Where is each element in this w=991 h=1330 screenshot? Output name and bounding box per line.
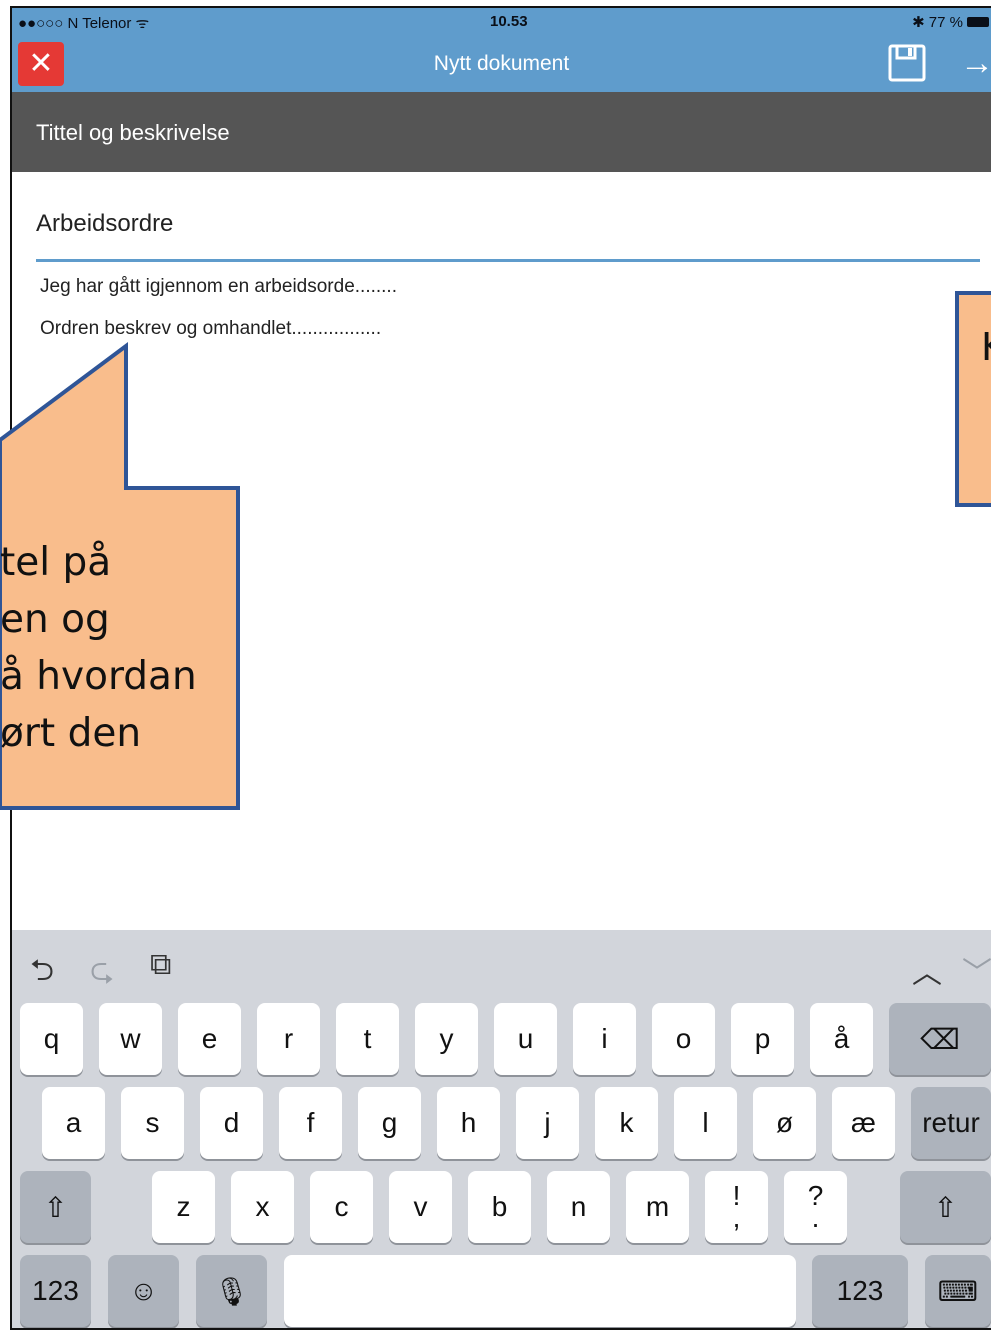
clock: 10.53 [490, 13, 528, 30]
callout-left-text: tel på en og å hvordan ørt den [0, 534, 197, 762]
key-p[interactable]: p [731, 1003, 794, 1075]
key-n[interactable]: n [547, 1171, 610, 1243]
key-f[interactable]: f [279, 1087, 342, 1159]
key-exclaim-comma[interactable]: ! , [705, 1171, 768, 1243]
description-field[interactable]: Jeg har gått igjennom en arbeidsorde....… [40, 266, 397, 350]
emoji-key[interactable]: ☺ [108, 1255, 179, 1327]
key-a[interactable]: a [42, 1087, 105, 1159]
space-key[interactable] [284, 1255, 796, 1327]
numbers-key[interactable]: 123 [20, 1255, 91, 1327]
backspace-key[interactable]: ⌫ [889, 1003, 991, 1075]
microphone-icon: 🎙︎ [213, 1275, 250, 1307]
keyboard: ⮌ ⮎ ⧉ ︿ ﹀ q w e r t y u i o p å ⌫ a s d … [12, 930, 991, 1328]
key-bottom-glyph: , [732, 1202, 741, 1233]
callout-line: tel på [0, 540, 112, 585]
key-oe[interactable]: ø [753, 1087, 816, 1159]
keyboard-toolbar: ⮌ ⮎ ⧉ ︿ ﹀ [12, 930, 991, 1002]
callout-line: en og [0, 597, 110, 642]
key-g[interactable]: g [358, 1087, 421, 1159]
key-d[interactable]: d [200, 1087, 263, 1159]
emoji-icon: ☺ [129, 1275, 158, 1306]
key-question-period[interactable]: ? . [784, 1171, 847, 1243]
callout-right: K [955, 291, 991, 507]
key-o[interactable]: o [652, 1003, 715, 1075]
redo-icon[interactable]: ⮎ [90, 948, 114, 999]
key-x[interactable]: x [231, 1171, 294, 1243]
key-h[interactable]: h [437, 1087, 500, 1159]
key-e[interactable]: e [178, 1003, 241, 1075]
key-c[interactable]: c [310, 1171, 373, 1243]
key-t[interactable]: t [336, 1003, 399, 1075]
status-bar: ●●○○○ N Telenor ᯤ 10.53 ✱ 77 % [12, 8, 991, 36]
key-b[interactable]: b [468, 1171, 531, 1243]
key-r[interactable]: r [257, 1003, 320, 1075]
carrier-label: ●●○○○ N Telenor ᯤ [18, 15, 150, 32]
key-u[interactable]: u [494, 1003, 557, 1075]
key-v[interactable]: v [389, 1171, 452, 1243]
battery-indicator: ✱ 77 % [912, 13, 989, 31]
key-i[interactable]: i [573, 1003, 636, 1075]
arrow-right-icon[interactable]: → [960, 46, 991, 80]
shift-key-left[interactable]: ⇧ [20, 1171, 91, 1243]
numbers-key-right[interactable]: 123 [812, 1255, 908, 1327]
undo-icon[interactable]: ⮌ [30, 948, 54, 999]
key-k[interactable]: k [595, 1087, 658, 1159]
section-title: Tittel og beskrivelse [36, 120, 230, 145]
battery-icon [967, 17, 989, 27]
return-key[interactable]: retur [911, 1087, 991, 1159]
battery-label: ✱ 77 % [912, 14, 963, 31]
key-ae[interactable]: æ [832, 1087, 895, 1159]
key-m[interactable]: m [626, 1171, 689, 1243]
paste-icon[interactable]: ⧉ [150, 948, 171, 982]
title-input[interactable]: Arbeidsordre [36, 188, 980, 262]
section-header: Tittel og beskrivelse [12, 92, 991, 172]
key-bottom-glyph: . [811, 1202, 820, 1233]
callout-right-text: K [981, 325, 991, 369]
key-w[interactable]: w [99, 1003, 162, 1075]
key-z[interactable]: z [152, 1171, 215, 1243]
callout-line: ørt den [0, 711, 142, 756]
key-j[interactable]: j [516, 1087, 579, 1159]
keyboard-icon: ⌨ [937, 1275, 979, 1307]
navigation-bar: ✕ Nytt dokument → [12, 36, 991, 92]
hide-keyboard-key[interactable]: ⌨ [925, 1255, 991, 1327]
page-title: Nytt dokument [433, 52, 570, 75]
shift-key-right[interactable]: ⇧ [900, 1171, 991, 1243]
key-q[interactable]: q [20, 1003, 83, 1075]
backspace-icon: ⌫ [920, 1023, 960, 1055]
shift-icon: ⇧ [43, 1191, 68, 1223]
chevron-up-icon[interactable]: ︿ [912, 948, 942, 992]
key-l[interactable]: l [674, 1087, 737, 1159]
key-s[interactable]: s [121, 1087, 184, 1159]
description-line: Jeg har gått igjennom en arbeidsorde....… [40, 276, 397, 297]
callout-line: å hvordan [0, 654, 197, 699]
shift-icon: ⇧ [933, 1191, 958, 1223]
chevron-down-icon[interactable]: ﹀ [962, 948, 991, 992]
key-aa[interactable]: å [810, 1003, 873, 1075]
key-y[interactable]: y [415, 1003, 478, 1075]
save-icon[interactable] [888, 44, 926, 82]
dictation-key[interactable]: 🎙︎ [196, 1255, 267, 1327]
